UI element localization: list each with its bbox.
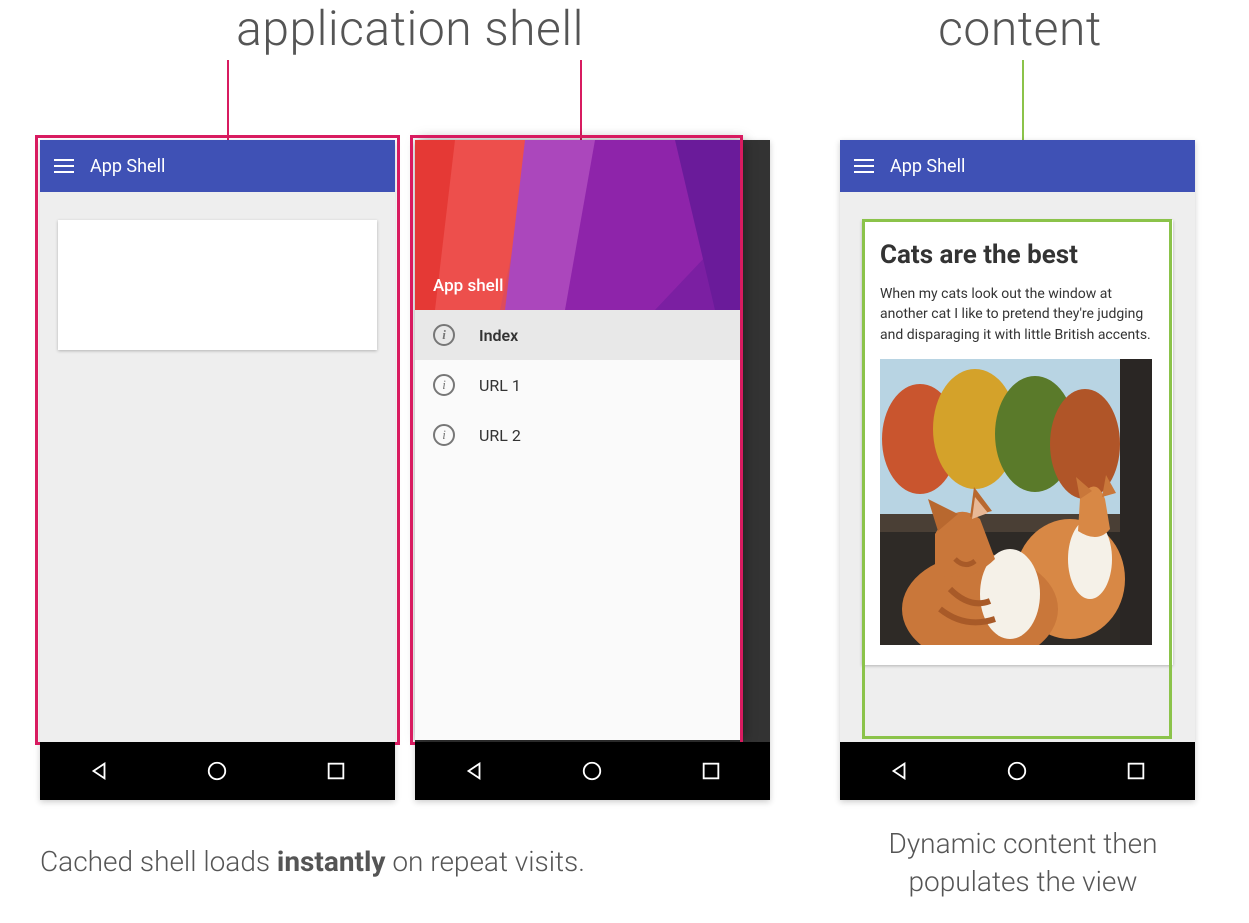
- nav-home-icon[interactable]: [1006, 760, 1028, 782]
- content-card: Cats are the best When my cats look out …: [862, 220, 1173, 665]
- empty-content-card: [58, 220, 377, 350]
- leader-line-shell-1: [227, 60, 229, 140]
- article-image-cats: [880, 359, 1152, 645]
- phone-content: App Shell Cats are the best When my cats…: [840, 140, 1195, 800]
- nav-back-icon[interactable]: [888, 760, 910, 782]
- hamburger-icon[interactable]: [54, 159, 74, 173]
- nav-home-icon[interactable]: [206, 760, 228, 782]
- article-body: When my cats look out the window at anot…: [880, 284, 1155, 345]
- caption-shell-suffix: on repeat visits.: [386, 845, 585, 878]
- caption-shell: Cached shell loads instantly on repeat v…: [40, 845, 585, 878]
- leader-line-shell-2: [580, 60, 582, 140]
- article-title: Cats are the best: [880, 240, 1155, 270]
- app-bar-title: App Shell: [890, 156, 965, 177]
- caption-shell-prefix: Cached shell loads: [40, 845, 277, 878]
- info-icon: i: [433, 374, 455, 396]
- nav-recent-icon[interactable]: [700, 760, 722, 782]
- nav-recent-icon[interactable]: [1125, 760, 1147, 782]
- nav-home-icon[interactable]: [581, 760, 603, 782]
- nav-drawer: App shell i Index i URL 1 i URL 2: [415, 140, 740, 740]
- caption-shell-bold: instantly: [277, 845, 386, 878]
- drawer-item-url1[interactable]: i URL 1: [415, 360, 740, 410]
- drawer-item-label: URL 1: [479, 376, 521, 395]
- drawer-list: i Index i URL 1 i URL 2: [415, 310, 740, 460]
- drawer-item-url2[interactable]: i URL 2: [415, 410, 740, 460]
- drawer-header-title: App shell: [433, 276, 503, 296]
- phone-shell-drawer: App shell i Index i URL 1 i URL 2: [415, 140, 770, 800]
- android-nav-bar: [415, 742, 770, 800]
- info-icon: i: [433, 424, 455, 446]
- drawer-item-index[interactable]: i Index: [415, 310, 740, 360]
- app-bar-title: App Shell: [90, 156, 165, 177]
- android-nav-bar: [840, 742, 1195, 800]
- info-icon: i: [433, 324, 455, 346]
- drawer-header: App shell: [415, 140, 740, 310]
- nav-recent-icon[interactable]: [325, 760, 347, 782]
- drawer-item-label: Index: [479, 326, 518, 345]
- label-application-shell: application shell: [210, 0, 610, 57]
- app-bar: App Shell: [40, 140, 395, 192]
- label-content: content: [890, 0, 1150, 57]
- nav-back-icon[interactable]: [463, 760, 485, 782]
- app-bar: App Shell: [840, 140, 1195, 192]
- android-nav-bar: [40, 742, 395, 800]
- hamburger-icon[interactable]: [854, 159, 874, 173]
- caption-content: Dynamic content then populates the view: [838, 825, 1208, 901]
- phone-shell-empty: App Shell: [40, 140, 395, 800]
- nav-back-icon[interactable]: [88, 760, 110, 782]
- drawer-item-label: URL 2: [479, 426, 521, 445]
